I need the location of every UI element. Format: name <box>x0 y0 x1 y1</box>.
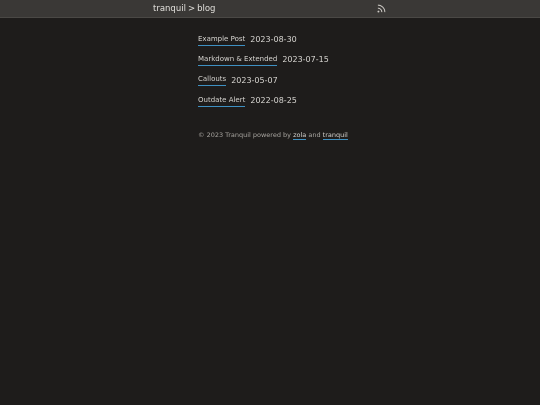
post-date: 2023-07-15 <box>282 55 329 65</box>
post-item: Markdown & Extended 2023-07-15 <box>198 50 329 70</box>
top-navbar: tranquil > blog <box>0 0 540 18</box>
post-title-link[interactable]: Callouts <box>198 75 227 87</box>
footer-and-text: and <box>308 131 321 139</box>
tranquil-link[interactable]: tranquil <box>322 131 348 140</box>
post-title-link[interactable]: Markdown & Extended <box>198 55 278 66</box>
breadcrumb-separator: > <box>187 4 196 14</box>
footer-text: © 2023 Tranquil powered by <box>198 131 291 139</box>
post-date: 2022-08-25 <box>250 96 297 106</box>
post-item: Callouts 2023-05-07 <box>198 71 329 91</box>
post-item: Outdate Alert 2022-08-25 <box>198 91 329 111</box>
post-date: 2023-05-07 <box>231 75 278 85</box>
post-item: Example Post 2023-08-30 <box>198 30 329 50</box>
breadcrumb: tranquil > blog <box>153 3 215 15</box>
blog-section-link[interactable]: blog <box>197 4 215 14</box>
post-date: 2023-08-30 <box>250 35 297 45</box>
post-list: Example Post 2023-08-30 Markdown & Exten… <box>198 30 329 111</box>
zola-link[interactable]: zola <box>293 131 307 140</box>
site-home-link[interactable]: tranquil <box>153 4 186 14</box>
rss-icon[interactable] <box>377 4 386 13</box>
post-title-link[interactable]: Outdate Alert <box>198 96 246 107</box>
post-title-link[interactable]: Example Post <box>198 35 246 46</box>
site-footer: © 2023 Tranquil powered by zola and tran… <box>198 130 348 140</box>
